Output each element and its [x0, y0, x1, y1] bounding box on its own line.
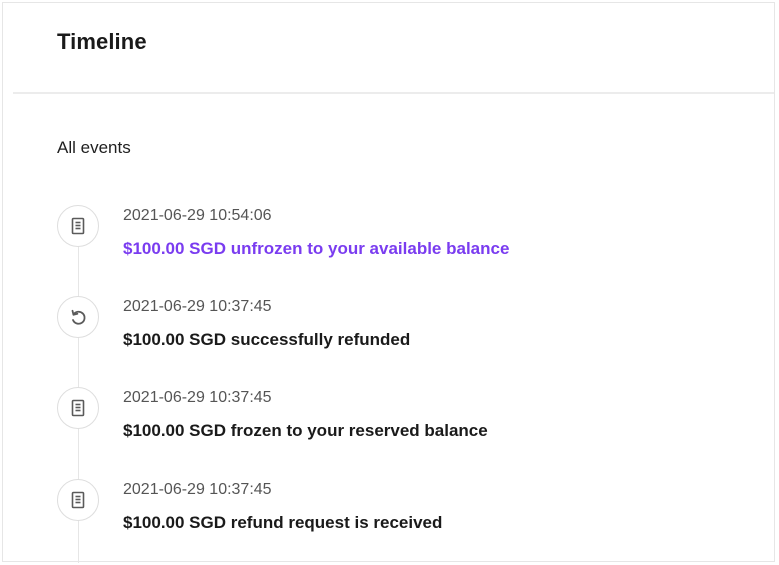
undo-icon	[57, 296, 99, 338]
section-label: All events	[57, 138, 131, 157]
event-description[interactable]: $100.00 SGD unfrozen to your available b…	[123, 239, 509, 259]
event-timestamp: 2021-06-29 10:54:06	[123, 207, 272, 224]
timeline-panel: Timeline All events 2021-06-29 10:54:06 …	[2, 2, 775, 563]
event-timestamp: 2021-06-29 10:37:45	[123, 481, 272, 498]
event-description: $100.00 SGD successfully refunded	[123, 330, 411, 349]
document-icon	[57, 205, 99, 247]
event-timestamp: 2021-06-29 10:37:45	[123, 298, 272, 315]
timeline-header: Timeline	[3, 3, 774, 92]
timeline-event: 2021-06-29 10:37:45 $100.00 SGD successf…	[3, 296, 774, 366]
timeline-event: 2021-06-29 10:37:45 $100.00 SGD refund r…	[3, 479, 774, 549]
timeline-event: 2021-06-29 10:54:06 $100.00 SGD unfrozen…	[3, 205, 774, 275]
header-divider	[13, 92, 774, 94]
event-description: $100.00 SGD frozen to your reserved bala…	[123, 421, 488, 440]
event-description: $100.00 SGD refund request is received	[123, 513, 443, 532]
page-title: Timeline	[57, 29, 147, 54]
document-icon	[57, 479, 99, 521]
event-timestamp: 2021-06-29 10:37:45	[123, 389, 272, 406]
timeline-event: 2021-06-29 10:37:45 $100.00 SGD frozen t…	[3, 387, 774, 457]
document-icon	[57, 387, 99, 429]
